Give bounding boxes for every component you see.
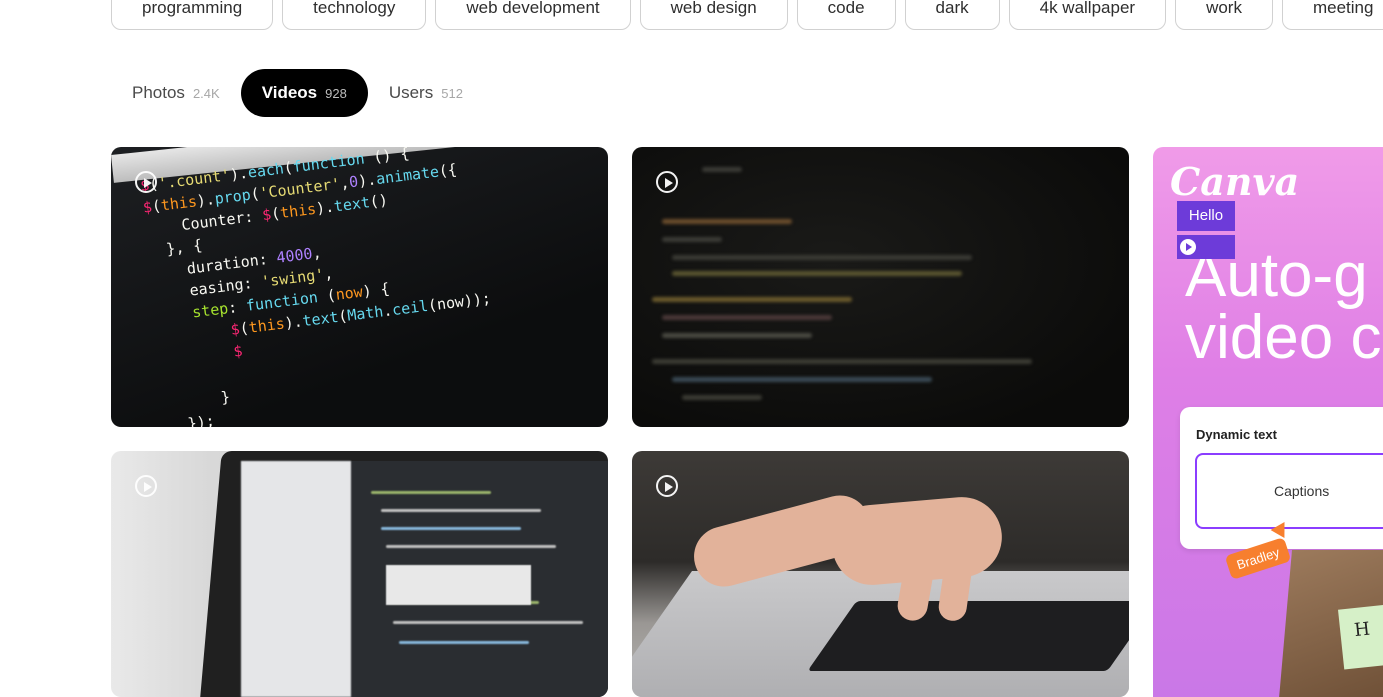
canva-logo: Canva <box>1170 159 1300 204</box>
blurred-code-line <box>672 377 932 382</box>
blurred-code-line <box>662 315 832 320</box>
tab-photos[interactable]: Photos 2.4K <box>111 69 241 117</box>
play-icon <box>656 475 678 497</box>
play-icon <box>656 171 678 193</box>
file-panel <box>241 461 351 697</box>
blurred-code-line <box>662 237 722 242</box>
tag-chip[interactable]: web design <box>639 0 788 30</box>
play-icon <box>135 475 157 497</box>
tab-videos[interactable]: Videos 928 <box>240 69 368 117</box>
sponsored-ad[interactable]: Canva Auto-g video c Dynamic text Hello … <box>1153 147 1383 697</box>
code-line <box>381 509 541 512</box>
popup-panel <box>386 565 531 605</box>
code-line <box>381 527 521 530</box>
tab-count: 928 <box>325 85 347 101</box>
code-line <box>399 641 529 644</box>
tag-chip[interactable]: code <box>796 0 896 30</box>
video-thumbnail[interactable] <box>632 451 1129 697</box>
ad-headline-line: video c <box>1185 303 1382 372</box>
blurred-code-line <box>652 359 1032 364</box>
code-line <box>371 491 491 494</box>
code-line <box>386 545 556 548</box>
tag-chip[interactable]: technology <box>282 0 427 30</box>
video-thumbnail[interactable] <box>111 451 608 697</box>
related-tags: programming technology web development w… <box>111 0 1383 30</box>
tab-users[interactable]: Users 512 <box>368 69 484 117</box>
tab-label: Videos <box>261 83 318 102</box>
blurred-code-line <box>662 333 812 338</box>
video-thumbnail[interactable]: $('.count').each(function () { $(this).p… <box>111 147 608 427</box>
tag-chip[interactable]: work <box>1175 0 1273 30</box>
tag-chip[interactable]: programming <box>111 0 274 30</box>
captions-label: Captions <box>1274 483 1330 499</box>
code-snippet-image: $('.count').each(function () { $(this).p… <box>139 147 492 427</box>
video-thumbnail[interactable] <box>632 147 1129 427</box>
blurred-code-line <box>682 395 762 400</box>
tag-chip[interactable]: 4k wallpaper <box>1008 0 1167 30</box>
tab-count: 2.4K <box>192 85 220 101</box>
play-icon <box>1180 239 1196 255</box>
blurred-code-line <box>702 167 742 172</box>
blurred-code-line <box>672 255 972 260</box>
tab-label: Photos <box>132 83 185 102</box>
code-line <box>393 621 583 624</box>
play-icon <box>135 171 157 193</box>
blurred-code-line <box>662 219 792 224</box>
blurred-code-line <box>672 271 962 276</box>
search-result-tabs: Photos 2.4K Videos 928 Users 512 <box>111 69 484 117</box>
tag-chip[interactable]: meeting <box>1281 0 1383 30</box>
hello-text-block: Hello <box>1177 201 1235 231</box>
tag-chip[interactable]: web development <box>435 0 631 30</box>
laptop-keyboard <box>807 601 1129 671</box>
ad-headline: Auto-g video c <box>1185 245 1381 369</box>
blurred-code-line <box>652 297 852 302</box>
tab-label: Users <box>388 83 434 102</box>
audio-waveform-icon <box>1177 235 1235 259</box>
tab-count: 512 <box>441 85 463 101</box>
card-title: Dynamic text <box>1196 427 1277 442</box>
sticky-note: H <box>1338 604 1383 670</box>
tag-chip[interactable]: dark <box>904 0 1000 30</box>
